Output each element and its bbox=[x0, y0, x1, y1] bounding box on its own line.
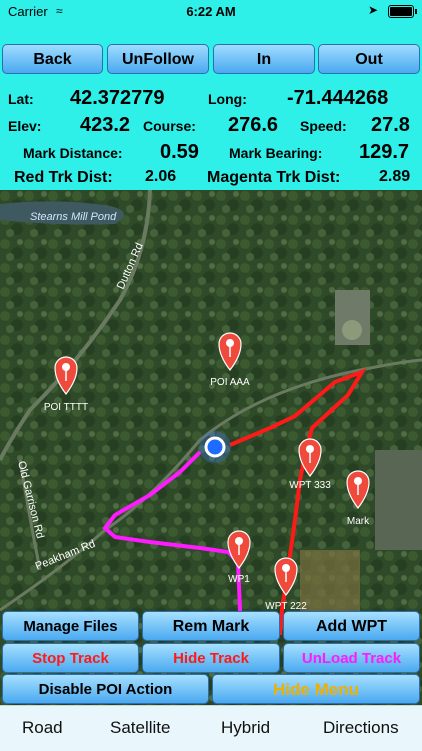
mark-distance-value: 0.59 bbox=[160, 141, 199, 163]
elev-value: 423.2 bbox=[80, 114, 131, 136]
add-wpt-button[interactable]: Add WPT bbox=[283, 611, 420, 641]
unfollow-button[interactable]: UnFollow bbox=[107, 44, 209, 74]
hide-menu-button[interactable]: Hide Menu bbox=[212, 674, 420, 704]
rem-mark-button[interactable]: Rem Mark bbox=[142, 611, 280, 641]
zoom-out-button[interactable]: Out bbox=[318, 44, 420, 74]
elev-label: Elev: bbox=[8, 118, 42, 134]
long-label: Long: bbox=[208, 91, 247, 107]
location-arrow-icon: ➤ bbox=[367, 3, 378, 17]
back-button[interactable]: Back bbox=[2, 44, 103, 74]
status-bar: Carrier ≈ 6:22 AM ➤ bbox=[0, 0, 422, 22]
lat-value: 42.372779 bbox=[70, 87, 165, 109]
mark-bearing-label: Mark Bearing: bbox=[229, 145, 323, 161]
battery-icon bbox=[388, 5, 417, 18]
mark-bearing-value: 129.7 bbox=[359, 141, 410, 163]
poi-tttt-label: POI TTTT bbox=[44, 402, 88, 413]
mark-distance-label: Mark Distance: bbox=[23, 145, 123, 161]
tab-satellite[interactable]: Satellite bbox=[110, 718, 170, 738]
unload-track-button[interactable]: UnLoad Track bbox=[283, 643, 420, 673]
wp1-label: WP1 bbox=[228, 574, 250, 585]
disable-poi-action-button[interactable]: Disable POI Action bbox=[2, 674, 209, 704]
magenta-trk-label: Magenta Trk Dist: bbox=[207, 169, 341, 186]
stop-track-button[interactable]: Stop Track bbox=[2, 643, 139, 673]
long-value: -71.444268 bbox=[287, 87, 389, 109]
lat-label: Lat: bbox=[8, 91, 34, 107]
mark-label: Mark bbox=[347, 516, 370, 527]
speed-value: 27.8 bbox=[371, 114, 410, 136]
red-trk-label: Red Trk Dist: bbox=[14, 169, 113, 186]
magenta-trk-value: 2.89 bbox=[379, 168, 411, 185]
course-value: 276.6 bbox=[228, 114, 279, 136]
pond-label: Stearns Mill Pond bbox=[30, 211, 117, 223]
manage-files-button[interactable]: Manage Files bbox=[2, 611, 139, 641]
clearing bbox=[375, 450, 422, 550]
map-type-tab-bar: Road Satellite Hybrid Directions bbox=[0, 705, 422, 751]
speed-label: Speed: bbox=[300, 118, 347, 134]
course-label: Course: bbox=[143, 118, 196, 134]
tab-road[interactable]: Road bbox=[22, 718, 63, 738]
current-location-dot bbox=[204, 436, 226, 458]
tab-hybrid[interactable]: Hybrid bbox=[221, 718, 270, 738]
tab-directions[interactable]: Directions bbox=[323, 718, 399, 738]
clearing bbox=[342, 320, 362, 340]
hide-track-button[interactable]: Hide Track bbox=[142, 643, 280, 673]
zoom-in-button[interactable]: In bbox=[213, 44, 315, 74]
clock: 6:22 AM bbox=[186, 4, 236, 19]
poi-aaa-label: POI AAA bbox=[210, 377, 250, 388]
red-trk-value: 2.06 bbox=[145, 168, 177, 185]
wpt-333-label: WPT 333 bbox=[289, 480, 331, 491]
